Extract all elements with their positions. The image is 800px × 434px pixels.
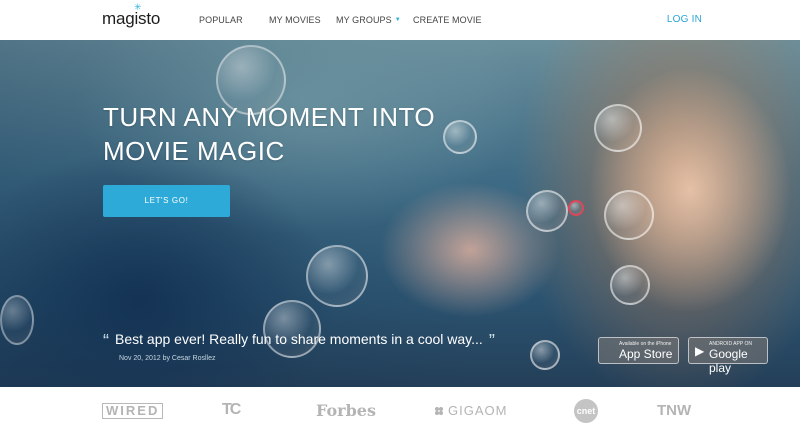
cnet-logo: cnet <box>574 399 598 423</box>
gigaom-logo: GIGAOM <box>448 403 508 418</box>
nav-my-groups[interactable]: MY GROUPS ▼ <box>336 15 401 25</box>
bubble-decoration <box>604 190 654 240</box>
app-store-button[interactable]: Available on the iPhone App Store <box>598 337 679 364</box>
headline-line-2: MOVIE MAGIC <box>103 136 285 166</box>
top-nav-bar: magisto ✳ POPULAR MY MOVIES MY GROUPS ▼ C… <box>0 0 800 40</box>
testimonial-quote: “ Best app ever! Really fun to share mome… <box>103 328 495 351</box>
quote-author: Nov 20, 2012 by Cesar Rosllez <box>119 355 216 362</box>
hero-banner: TURN ANY MOMENT INTO MOVIE MAGIC LET'S G… <box>0 40 800 387</box>
google-play-icon: ▶ <box>695 344 705 358</box>
headline-line-1: TURN ANY MOMENT INTO <box>103 102 436 132</box>
logo-text: magisto <box>102 9 161 28</box>
bubble-decoration <box>594 104 642 152</box>
press-logos-bar: WIRED TC Forbes GIGAOM cnet TNW <box>0 387 800 434</box>
app-store-label: App Store <box>619 347 673 361</box>
nav-popular[interactable]: POPULAR <box>199 15 243 25</box>
bubble-decoration <box>0 295 34 345</box>
google-play-label: Google play <box>709 347 748 375</box>
bubble-decoration <box>306 245 368 307</box>
app-store-small-text: Available on the iPhone <box>619 341 672 347</box>
forbes-logo: Forbes <box>316 401 376 420</box>
quote-open-icon: “ <box>103 331 109 351</box>
bubble-decoration <box>526 190 568 232</box>
nav-create-movie[interactable]: CREATE MOVIE <box>413 15 482 25</box>
wired-logo: WIRED <box>102 403 164 419</box>
lets-go-button[interactable]: LET'S GO! <box>103 185 230 217</box>
tnw-logo: TNW <box>657 402 692 419</box>
google-play-small-text: ANDROID APP ON <box>709 341 752 347</box>
gigaom-icon <box>435 407 443 415</box>
dropdown-caret-icon: ▼ <box>394 17 401 23</box>
quote-close-icon: ” <box>488 331 495 351</box>
bubble-wand-icon <box>568 200 584 216</box>
bubble-decoration <box>610 265 650 305</box>
techcrunch-logo: TC <box>222 401 241 418</box>
login-link[interactable]: LOG IN <box>667 14 702 25</box>
google-play-button[interactable]: ▶ ANDROID APP ON Google play <box>688 337 768 375</box>
bubble-decoration <box>530 340 560 370</box>
magisto-star-icon: ✳ <box>134 2 142 12</box>
nav-my-groups-label: MY GROUPS <box>336 15 392 25</box>
quote-text: Best app ever! Really fun to share momen… <box>115 331 483 347</box>
magisto-logo[interactable]: magisto ✳ <box>102 2 161 29</box>
nav-my-movies[interactable]: MY MOVIES <box>269 15 321 25</box>
hero-headline: TURN ANY MOMENT INTO MOVIE MAGIC <box>103 100 483 168</box>
